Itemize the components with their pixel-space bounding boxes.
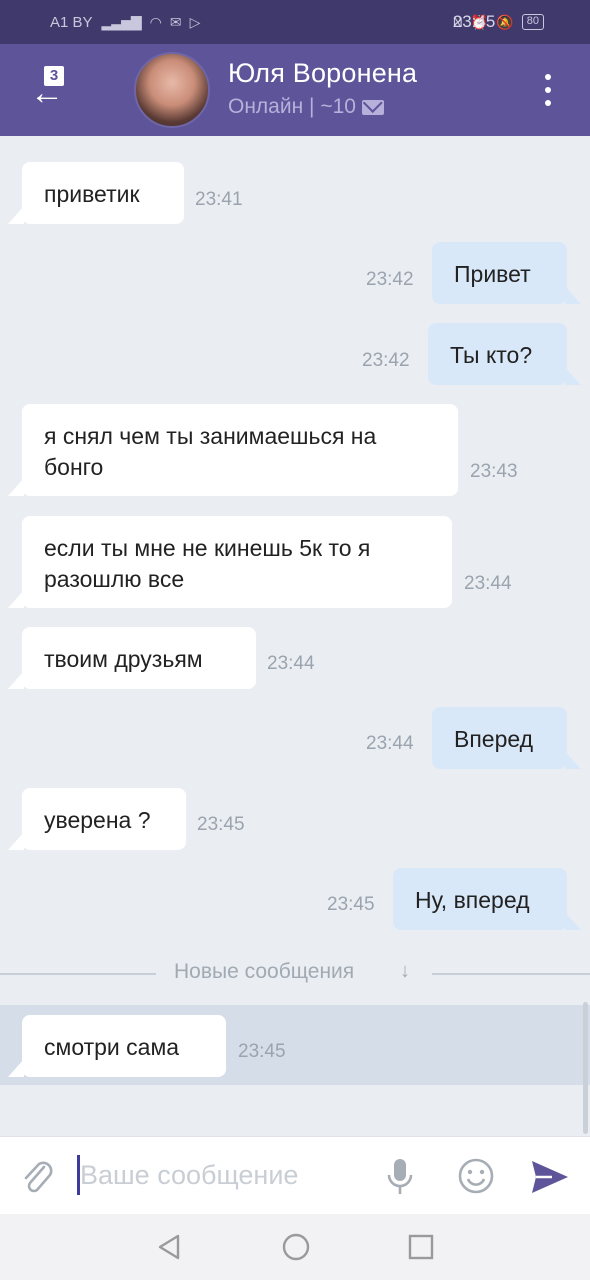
chat-header: 3 ← Юля Воронена Онлайн | ~10 — [0, 44, 590, 136]
message-input[interactable] — [80, 1153, 360, 1197]
outgoing-message-bubble[interactable]: Вперед — [432, 707, 581, 769]
send-icon[interactable] — [530, 1159, 570, 1195]
paperclip-icon[interactable] — [20, 1157, 54, 1197]
more-dot-icon — [545, 74, 551, 80]
message-time: 23:45 — [327, 894, 375, 915]
signal-icon: ▂▃▅▇ — [101, 13, 142, 30]
incoming-message-bubble[interactable]: приветик — [8, 162, 184, 224]
contact-avatar[interactable] — [134, 52, 210, 128]
status-bar: A1 BY ▂▃▅▇ ◠ ✉ ▷ N ⏰ 🔕 80 23:45 — [0, 0, 590, 44]
message-text: Привет — [454, 261, 531, 287]
microphone-icon[interactable] — [384, 1157, 416, 1197]
message-time: 23:42 — [366, 269, 414, 290]
new-messages-label: Новые сообщения — [174, 960, 355, 983]
status-time: 23:45 — [452, 12, 496, 31]
message-text: смотри сама — [44, 1034, 180, 1060]
message-text: твоим друзьям — [44, 646, 203, 672]
contact-name: Юля Воронена — [228, 58, 418, 88]
contact-title[interactable]: Юля Воронена Онлайн | ~10 — [228, 58, 417, 119]
message-text: приветик — [44, 181, 140, 207]
recent-square-icon[interactable] — [406, 1232, 436, 1262]
message-text: Ну, вперед — [415, 887, 530, 913]
back-triangle-icon[interactable] — [154, 1232, 184, 1262]
new-messages-divider: Новые сообщения ↓ — [0, 960, 590, 988]
message-list[interactable]: приветик 23:41 Привет 23:42 Ты кто? 23:4… — [0, 136, 590, 1136]
message-text: я снял чем ты занимаешься на бонго — [44, 423, 377, 480]
outgoing-message-bubble[interactable]: Привет — [432, 242, 581, 304]
incoming-message-bubble[interactable]: если ты мне не кинешь 5к то я разошлю вс… — [8, 516, 452, 608]
emoji-icon[interactable] — [457, 1157, 495, 1195]
mute-icon: 🔕 — [496, 13, 513, 30]
message-time: 23:41 — [195, 189, 243, 210]
envelope-icon — [361, 99, 384, 115]
outgoing-message-bubble[interactable]: Ну, вперед — [393, 868, 581, 930]
message-text: уверена ? — [44, 807, 151, 833]
message-time: 23:44 — [267, 653, 315, 674]
battery-indicator: 80 — [521, 14, 544, 30]
carrier-label: A1 BY — [50, 13, 93, 31]
mail-notification-icon: ✉ — [169, 13, 182, 30]
wifi-icon: ◠ — [149, 13, 162, 30]
arrow-down-icon: ↓ — [400, 960, 410, 982]
contact-status-text: Онлайн | ~10 — [228, 95, 356, 118]
message-time: 23:45 — [197, 814, 245, 835]
message-time: 23:42 — [362, 350, 410, 371]
message-text: если ты мне не кинешь 5к то я разошлю вс… — [44, 535, 371, 592]
message-time: 23:44 — [366, 733, 414, 754]
play-notification-icon: ▷ — [189, 13, 201, 30]
outgoing-message-bubble[interactable]: Ты кто? — [428, 323, 581, 385]
incoming-message-bubble[interactable]: я снял чем ты занимаешься на бонго — [8, 404, 458, 496]
incoming-message-bubble[interactable]: уверена ? — [8, 788, 186, 850]
contact-status: Онлайн | ~10 — [228, 95, 417, 119]
scrollbar[interactable] — [583, 1002, 588, 1134]
message-time: 23:44 — [464, 573, 512, 594]
more-options-button[interactable] — [542, 74, 554, 106]
home-circle-icon[interactable] — [281, 1232, 311, 1262]
back-arrow-icon: ← — [30, 74, 64, 112]
incoming-message-bubble[interactable]: твоим друзьям — [8, 627, 256, 689]
more-dot-icon — [545, 87, 551, 93]
message-text: Вперед — [454, 726, 534, 752]
message-time: 23:45 — [238, 1041, 286, 1062]
message-text: Ты кто? — [450, 342, 533, 368]
incoming-message-bubble[interactable]: смотри сама — [8, 1015, 226, 1077]
system-navigation-bar — [0, 1214, 590, 1280]
more-dot-icon — [545, 100, 551, 106]
message-composer — [0, 1136, 590, 1214]
back-button[interactable]: 3 ← — [24, 56, 74, 116]
message-time: 23:43 — [470, 461, 518, 482]
